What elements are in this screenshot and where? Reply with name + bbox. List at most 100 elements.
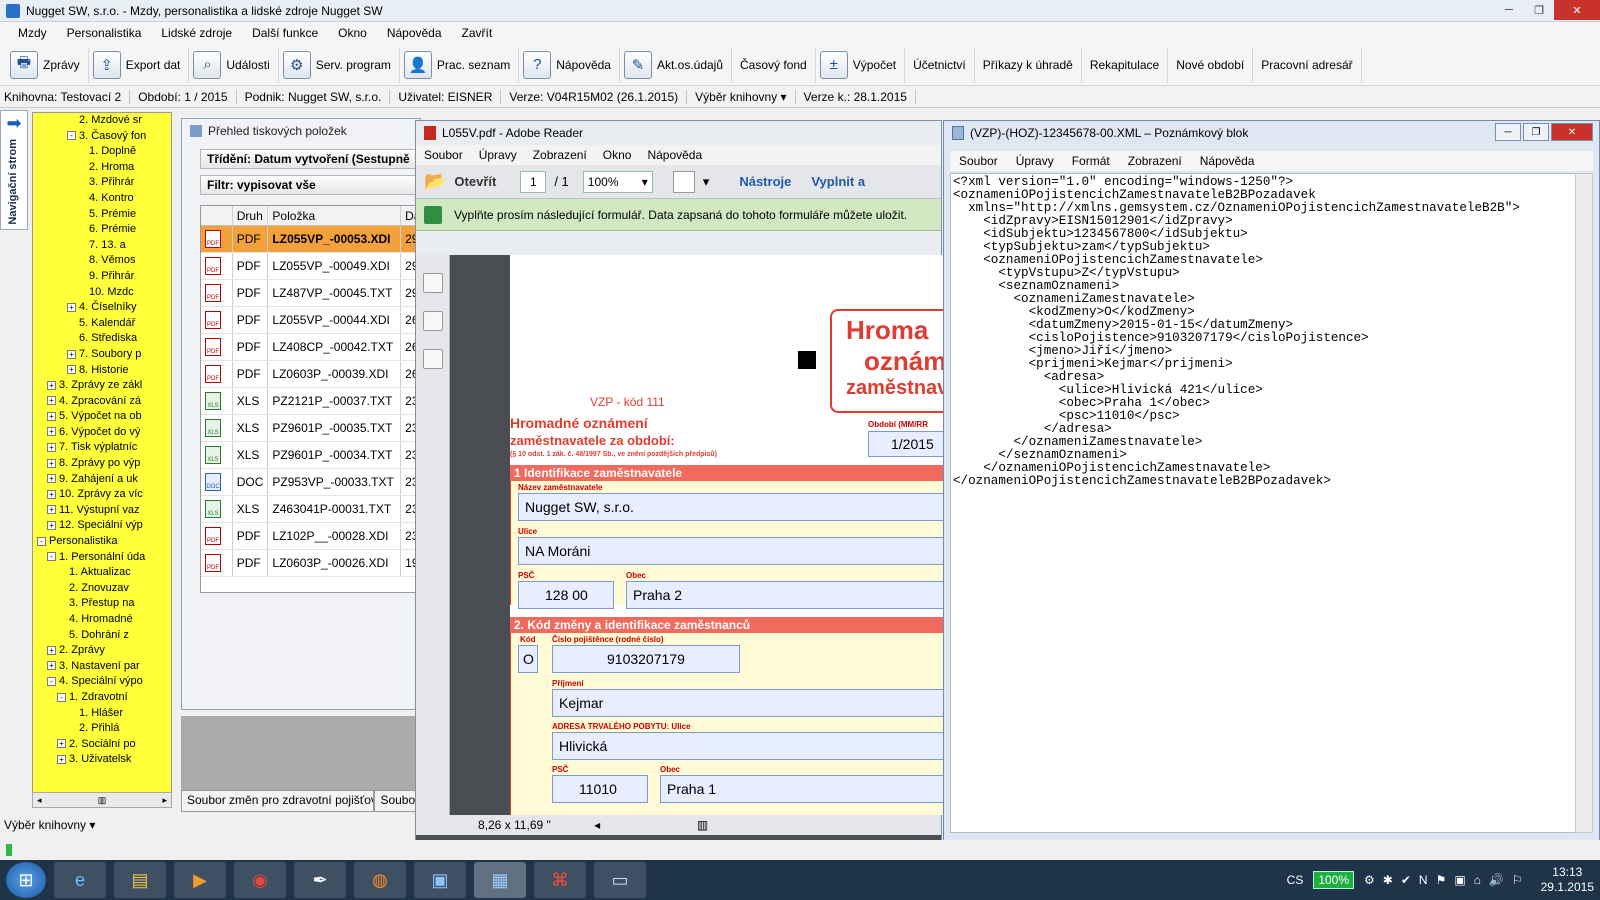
toolbar-button-6[interactable]: ✎ Akt.os.údajů [620,46,733,83]
city-field[interactable]: Praha 2 [626,581,960,609]
tree-item[interactable]: -3. Časový fon [33,129,171,145]
table-row[interactable]: PDF PDF LZ055VP_-00049.XDI 29 [201,253,421,280]
tree-item[interactable]: +12. Speciální výp [33,518,171,534]
notepad-menu-soubor[interactable]: Soubor [950,154,1007,168]
table-row[interactable]: XLS XLS PZ9601P_-00035.TXT 23 [201,415,421,442]
psc-field[interactable]: 128 00 [518,581,614,609]
tree-item[interactable]: -1. Personální úda [33,550,171,566]
toolbar-button-2[interactable]: ⌕ Události [189,46,279,83]
library-select[interactable]: Výběr knihovny ▾ [4,818,95,832]
psc2-field[interactable]: 11010 [552,775,648,803]
close-button[interactable]: ✕ [1554,0,1600,20]
zoom-select[interactable]: 100% ▾ [582,170,653,193]
menu-zavrit[interactable]: Zavřít [452,26,503,40]
table-row[interactable]: PDF PDF LZ055VP_-00044.XDI 26 [201,307,421,334]
adobe-h-scrollbar[interactable]: ◂ ▥ [594,818,708,832]
paperclip-icon[interactable] [423,349,443,369]
tree-item[interactable]: +7. Soubory p [33,347,171,363]
tree-item[interactable]: 10. Mzdc [33,285,171,301]
tree-item[interactable]: +2. Zprávy [33,643,171,659]
table-row[interactable]: XLS XLS Z463041P-00031.TXT 23 [201,496,421,523]
table-row[interactable]: PDF PDF LZ102P__-00028.XDI 23 [201,523,421,550]
address-street-field[interactable]: Hlivická [552,732,960,760]
expand-icon[interactable]: + [47,396,56,406]
tree-item[interactable]: +3. Zprávy ze zákl [33,378,171,394]
expand-icon[interactable]: + [47,458,56,468]
table-row[interactable]: PDF PDF LZ487VP_-00045.TXT 29 [201,280,421,307]
tree-item[interactable]: - Personalistika [33,534,171,550]
toolbar-button-7[interactable]: Časový fond [732,46,816,83]
insured-number-field[interactable]: 9103207179 [552,645,740,673]
toolbar-button-12[interactable]: Nové období [1168,46,1254,83]
tree-item[interactable]: +9. Zahájení a uk [33,472,171,488]
internet-explorer-icon[interactable]: e [54,862,106,898]
tree-item[interactable]: 3. Přihrár [33,175,171,191]
tree-item[interactable]: 2. Hroma [33,160,171,176]
adobe-menu-okno[interactable]: Okno [595,148,640,162]
tree-item[interactable]: +10. Zprávy za víc [33,487,171,503]
surname-field[interactable]: Kejmar [552,689,960,717]
tree-item[interactable]: 5. Prémie [33,207,171,223]
adobe-reader-taskbar-icon[interactable]: ⌘ [534,862,586,898]
page-thumbnails-icon[interactable] [423,273,443,293]
expand-icon[interactable]: + [57,754,66,764]
expand-icon[interactable]: + [47,411,56,421]
tree-item[interactable]: +11. Výstupní vaz [33,503,171,519]
toolbar-button-1[interactable]: ⇪ Export dat [89,46,190,83]
tree-item[interactable]: +8. Historie [33,363,171,379]
tree-item[interactable]: +3. Nastavení par [33,659,171,675]
adobe-menu-upravy[interactable]: Úpravy [471,148,525,162]
tree-item[interactable]: 5. Dohrání z [33,628,171,644]
clock[interactable]: 13:13 29.1.2015 [1541,865,1594,895]
expand-icon[interactable]: + [57,739,66,749]
notepad-text-area[interactable]: <?xml version="1.0" encoding="windows-12… [950,173,1576,833]
notepad-maximize-button[interactable]: ❐ [1523,123,1549,141]
expand-icon[interactable]: + [47,661,56,671]
notepad-vertical-scrollbar[interactable] [1575,173,1593,833]
notepad-minimize-button[interactable]: ─ [1495,123,1521,141]
attachments-icon[interactable] [423,311,443,331]
collapse-icon[interactable]: - [47,676,56,686]
adobe-menu-soubor[interactable]: Soubor [416,148,471,162]
chrome-icon[interactable]: ◉ [234,862,286,898]
tools-chevron-icon[interactable]: ▾ [703,174,710,190]
minimize-button[interactable]: ─ [1494,0,1524,20]
expand-icon[interactable]: + [47,443,56,453]
toolbar-button-13[interactable]: Pracovní adresář [1253,46,1362,83]
toolbar-button-5[interactable]: ? Nápověda [519,46,620,83]
collapse-icon[interactable]: - [47,552,56,562]
tree-horizontal-scrollbar[interactable]: ◂ ▥ ▸ [32,792,172,808]
tree-item[interactable]: +2. Sociální po [33,737,171,753]
table-row[interactable]: PDF PDF LZ0603P_-00026.XDI 19 [201,550,421,577]
media-player-icon[interactable]: ▶ [174,862,226,898]
collapse-icon[interactable]: - [57,692,66,702]
table-row[interactable]: PDF PDF LZ408CP_-00042.TXT 26 [201,334,421,361]
adobe-menu-napoveda[interactable]: Nápověda [639,148,710,162]
expand-icon[interactable]: + [47,505,56,515]
windows-start-icon[interactable]: ⊞ [6,862,46,898]
tree-item[interactable]: 1. Hlášer [33,706,171,722]
table-row[interactable]: PDF PDF LZ055VP_-00053.XDI 29 [201,226,421,253]
tree-item[interactable]: +6. Výpočet do vý [33,425,171,441]
change-code-field[interactable]: O [518,645,538,673]
tools-button[interactable]: Nástroje [739,174,791,189]
tree-item[interactable]: 4. Hromadné [33,612,171,628]
menu-lidske-zdroje[interactable]: Lidské zdroje [151,26,242,40]
sort-selector[interactable]: Třídění: Datum vytvoření (Sestupně [200,149,422,169]
nugget-app-icon[interactable]: ▦ [474,862,526,898]
expand-icon[interactable]: + [47,521,56,531]
nav-tree-toggle[interactable]: ➡ Navigační strom [0,110,28,230]
tree-item[interactable]: 3. Přestup na [33,596,171,612]
collapse-icon[interactable]: - [37,536,46,546]
tree-item[interactable]: +3. Uživatelsk [33,752,171,768]
toolbar-button-9[interactable]: Účetnictví [905,46,975,83]
notepad-menu-napoveda[interactable]: Nápověda [1191,154,1264,168]
expand-icon[interactable]: + [47,645,56,655]
tree-item[interactable]: -4. Speciální výpo [33,674,171,690]
tree-item[interactable]: 4. Kontro [33,191,171,207]
toolbar-button-10[interactable]: Příkazy k úhradě [975,46,1082,83]
expand-icon[interactable]: + [67,365,76,375]
notepad-menu-upravy[interactable]: Úpravy [1007,154,1063,168]
expand-icon[interactable]: + [47,427,56,437]
table-row[interactable]: XLS XLS PZ2121P_-00037.TXT 23 [201,388,421,415]
